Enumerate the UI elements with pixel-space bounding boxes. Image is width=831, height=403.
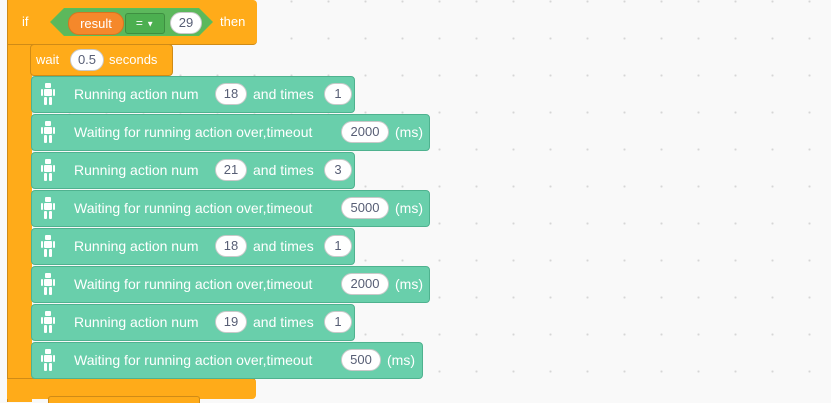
- ms-unit-label: (ms): [395, 124, 423, 140]
- if-block-spine[interactable]: [7, 0, 32, 402]
- wait-action-label: Waiting for running action over,timeout: [74, 124, 313, 140]
- action-num-input[interactable]: 18: [215, 83, 247, 105]
- ms-unit-label: (ms): [395, 200, 423, 216]
- times-label: and times: [253, 162, 314, 178]
- run-action-label: Running action num: [74, 86, 199, 102]
- action-times-input[interactable]: 1: [324, 235, 352, 257]
- robot-icon: [41, 349, 55, 376]
- wait-action-label: Waiting for running action over,timeout: [74, 352, 313, 368]
- wait-label: wait: [36, 52, 60, 67]
- timeout-input[interactable]: 2000: [341, 273, 389, 295]
- action-times-input[interactable]: 1: [324, 311, 352, 333]
- robot-icon: [41, 83, 55, 110]
- action-times-input[interactable]: 1: [324, 83, 352, 105]
- chevron-down-icon: ▼: [146, 19, 155, 29]
- run-action-label: Running action num: [74, 238, 199, 254]
- action-times-input[interactable]: 3: [324, 159, 352, 181]
- timeout-input[interactable]: 5000: [341, 197, 389, 219]
- times-label: and times: [253, 86, 314, 102]
- robot-icon: [41, 311, 55, 338]
- wait-action-label: Waiting for running action over,timeout: [74, 200, 313, 216]
- wait-seconds-input[interactable]: 0.5: [70, 49, 104, 71]
- wait-action-label: Waiting for running action over,timeout: [74, 276, 313, 292]
- action-num-input[interactable]: 21: [215, 159, 247, 181]
- run-action-label: Running action num: [74, 162, 199, 178]
- ms-unit-label: (ms): [387, 352, 415, 368]
- action-num-input[interactable]: 18: [215, 235, 247, 257]
- times-label: and times: [253, 314, 314, 330]
- robot-icon: [41, 121, 55, 148]
- then-label: then: [220, 14, 246, 29]
- robot-icon: [41, 273, 55, 300]
- action-num-input[interactable]: 19: [215, 311, 247, 333]
- times-label: and times: [253, 238, 314, 254]
- operator-dropdown[interactable]: = ▼: [125, 13, 165, 34]
- seconds-label: seconds: [109, 52, 158, 67]
- timeout-input[interactable]: 500: [341, 349, 381, 371]
- timeout-input[interactable]: 2000: [341, 121, 389, 143]
- operator-symbol: =: [135, 16, 143, 30]
- robot-icon: [41, 197, 55, 224]
- compare-value-input[interactable]: 29: [170, 12, 202, 34]
- robot-icon: [41, 235, 55, 262]
- robot-icon: [41, 159, 55, 186]
- if-label: if: [22, 14, 29, 29]
- ms-unit-label: (ms): [395, 276, 423, 292]
- run-action-label: Running action num: [74, 314, 199, 330]
- result-variable[interactable]: result: [68, 12, 124, 35]
